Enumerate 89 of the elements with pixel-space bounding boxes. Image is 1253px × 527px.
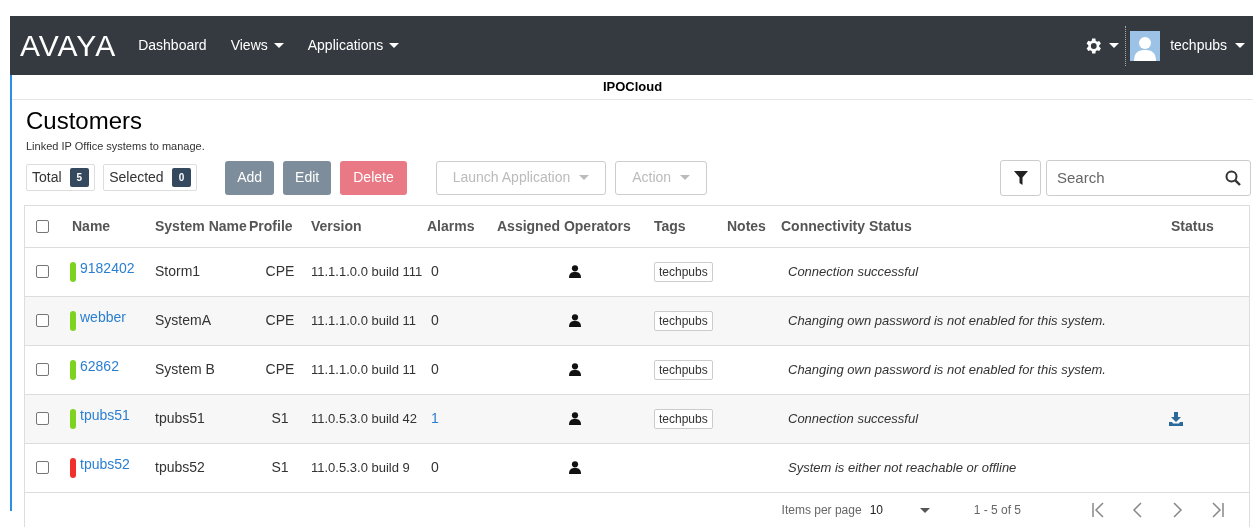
table-cell-text: 0 xyxy=(430,262,439,281)
app-title: IPOCloud xyxy=(602,78,663,97)
page-subtitle: Linked IP Office systems to manage. xyxy=(26,139,206,154)
table-cell-text: 0 xyxy=(430,458,439,477)
nav-link[interactable]: Dashboard xyxy=(138,35,207,56)
caret-icon xyxy=(680,175,691,180)
person-icon xyxy=(568,314,581,327)
person-icon xyxy=(568,412,581,425)
customer-link[interactable]: 62862 xyxy=(80,356,119,377)
table-cell-text: CPE xyxy=(265,262,295,281)
customer-link[interactable]: webber xyxy=(80,307,126,328)
table-cell-text: 11.1.1.0.0 build 111 xyxy=(311,262,423,281)
column-header[interactable]: Alarms xyxy=(427,215,475,237)
column-header[interactable]: Tags xyxy=(654,215,686,237)
table-cell-text: Connection successful xyxy=(787,409,919,428)
caret-icon xyxy=(273,43,284,48)
page-range: 1 - 5 of 5 xyxy=(973,502,1021,519)
filter-button[interactable] xyxy=(1000,159,1041,196)
table-cell-text: 11.1.1.0.0 build 11 xyxy=(311,311,417,330)
table-cell-text: S1 xyxy=(271,409,289,428)
table-cell-text: Connection successful xyxy=(787,262,919,281)
avatar[interactable] xyxy=(1130,30,1161,61)
tag: techpubs xyxy=(654,261,713,282)
logo[interactable]: AVAYA xyxy=(20,23,117,68)
items-per-page-label: Items per page xyxy=(781,502,862,519)
table-cell-text: tpubs52 xyxy=(154,458,205,477)
checkbox[interactable] xyxy=(36,363,49,376)
checkbox[interactable] xyxy=(36,412,49,425)
column-header[interactable]: Connectivity Status xyxy=(781,215,912,237)
nav-link[interactable]: Applications xyxy=(307,35,400,56)
tag: techpubs xyxy=(654,359,713,380)
tag: techpubs xyxy=(654,310,713,331)
last-page-icon[interactable] xyxy=(1211,502,1225,518)
person-icon xyxy=(568,265,581,278)
column-header[interactable]: Status xyxy=(1159,215,1214,237)
checkbox[interactable] xyxy=(36,265,49,278)
column-header[interactable]: Notes xyxy=(727,215,766,237)
filter-icon xyxy=(1013,170,1028,185)
nav-link[interactable]: Views xyxy=(230,35,284,56)
caret-icon xyxy=(1109,43,1120,48)
table-cell-text: System B xyxy=(154,360,215,379)
column-header[interactable]: Version xyxy=(311,215,362,237)
table-cell-text: 11.0.5.3.0 build 42 xyxy=(311,409,417,428)
count-badge: 5 xyxy=(69,168,90,187)
page-size-select[interactable]: 10 xyxy=(869,501,930,519)
table-row[interactable]: tpubs51 tpubs51 S1 11.0.5.3.0 build 42 1 techpubs Connection successful xyxy=(25,394,1249,444)
caret-icon xyxy=(579,175,590,180)
customer-link[interactable]: tpubs52 xyxy=(80,454,130,475)
caret-icon xyxy=(389,43,400,48)
counter-label: Total xyxy=(32,168,62,187)
table-cell-text: Changing own password is not enabled for this system. xyxy=(787,360,1106,379)
previous-page-icon[interactable] xyxy=(1131,502,1145,518)
table-cell-text: 11.0.5.3.0 build 9 xyxy=(311,458,410,477)
checkbox[interactable] xyxy=(36,219,49,233)
search-field[interactable]: Search xyxy=(1046,159,1251,196)
customer-link[interactable]: tpubs51 xyxy=(80,405,130,426)
alarm-link[interactable]: 1 xyxy=(427,408,439,429)
search-icon xyxy=(1225,169,1241,186)
checkbox[interactable] xyxy=(36,314,49,327)
caret-icon xyxy=(919,507,930,513)
table-cell-text: tpubs51 xyxy=(154,409,205,428)
table-row[interactable]: webber SystemA CPE 11.1.1.0.0 build 11 0 techpubs Changing own password is not enabled for this system. xyxy=(25,296,1249,346)
table-cell-text: SystemA xyxy=(154,311,211,330)
first-page-icon[interactable] xyxy=(1091,502,1105,518)
table-cell-text: 0 xyxy=(430,311,439,330)
table-cell-text: 11.1.1.0.0 build 11 xyxy=(311,360,417,379)
column-header[interactable]: Profile xyxy=(249,215,293,237)
tag: techpubs xyxy=(654,408,713,429)
customer-link[interactable]: 9182402 xyxy=(80,258,135,279)
table-cell-text: S1 xyxy=(271,458,289,477)
download-icon[interactable] xyxy=(1169,411,1183,426)
counter-label: Selected xyxy=(109,168,164,187)
count-badge: 0 xyxy=(171,168,192,187)
checkbox[interactable] xyxy=(36,461,49,474)
person-icon xyxy=(568,461,581,474)
table-cell-text: CPE xyxy=(265,360,295,379)
column-header[interactable]: System Name xyxy=(149,215,247,237)
page-title: Customers xyxy=(26,107,144,135)
table-cell-text: 0 xyxy=(430,360,439,379)
table-cell-text: Storm1 xyxy=(154,262,201,281)
user-menu[interactable]: techpubs xyxy=(1170,35,1245,56)
table-cell-text: System is either not reachable or offline xyxy=(787,458,1017,477)
column-header[interactable]: Name xyxy=(63,215,111,237)
next-page-icon[interactable] xyxy=(1171,502,1185,518)
table-cell-text: Changing own password is not enabled for this system. xyxy=(787,311,1106,330)
column-header[interactable]: Assigned Operators xyxy=(497,215,631,237)
person-icon xyxy=(568,363,581,376)
table-cell-text: CPE xyxy=(265,311,295,330)
caret-icon xyxy=(1235,43,1245,48)
